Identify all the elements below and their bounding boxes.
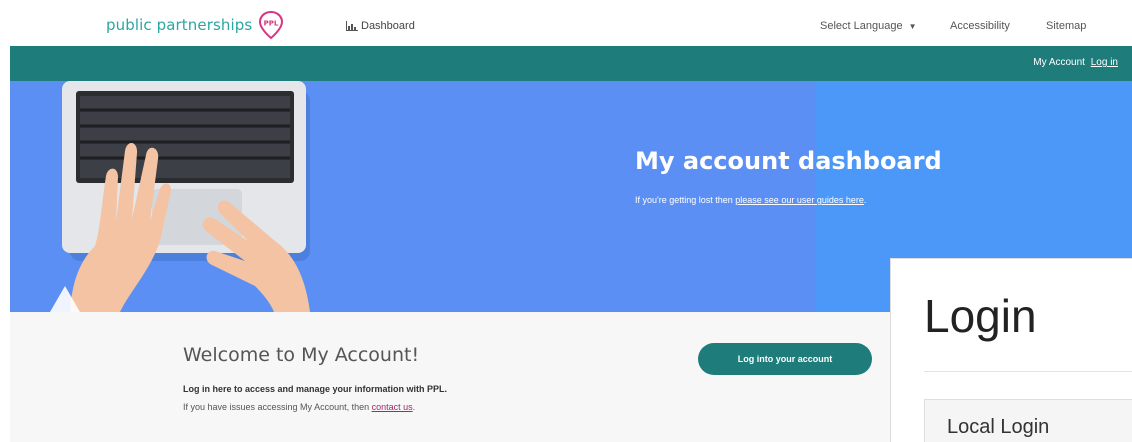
login-heading: Login	[924, 290, 1037, 342]
select-language-dropdown[interactable]: Select Language ▼	[820, 20, 917, 32]
caret-down-icon: ▼	[908, 22, 917, 31]
ppl-pin-icon: PPL	[259, 10, 284, 40]
welcome-issue-text: If you have issues accessing My Account,…	[183, 402, 415, 412]
welcome-issue-suffix: .	[412, 402, 416, 412]
nav-dashboard-label: Dashboard	[361, 20, 415, 32]
login-divider	[924, 371, 1132, 372]
chart-icon	[346, 21, 358, 31]
account-links: My Account Log in	[1033, 57, 1118, 68]
log-in-link[interactable]: Log in	[1091, 57, 1118, 68]
ppl-logo[interactable]: public partnerships PPL	[106, 10, 284, 40]
contact-us-link[interactable]: contact us	[372, 402, 413, 412]
nav-dashboard-link[interactable]: Dashboard	[346, 20, 415, 32]
user-guides-link[interactable]: please see our user guides here	[735, 195, 864, 205]
hero-subtitle-text: If you're getting lost then	[635, 195, 736, 205]
accessibility-link[interactable]: Accessibility	[950, 20, 1010, 32]
welcome-title: Welcome to My Account!	[183, 344, 420, 366]
hero-subtitle: If you're getting lost then please see o…	[635, 195, 866, 205]
logo-badge: PPL	[264, 20, 279, 28]
local-login-tab[interactable]: Local Login	[924, 399, 1132, 442]
select-language-label: Select Language	[820, 20, 903, 32]
login-panel: Login Local Login	[890, 258, 1132, 442]
top-header: public partnerships PPL Dashboard Select…	[0, 0, 1132, 46]
sitemap-link[interactable]: Sitemap	[1046, 20, 1086, 32]
local-login-label: Local Login	[947, 416, 1050, 438]
welcome-text: Log in here to access and manage your in…	[183, 384, 448, 394]
logo-text: public partnerships	[106, 16, 253, 34]
my-account-label: My Account	[1033, 57, 1085, 68]
welcome-issue-prefix: If you have issues accessing My Account,…	[183, 402, 372, 412]
laptop-hands-image	[50, 81, 310, 312]
account-bar: My Account Log in	[10, 46, 1132, 81]
hero-subtitle-suffix: .	[863, 195, 867, 205]
hero-title: My account dashboard	[635, 147, 942, 175]
log-into-account-button[interactable]: Log into your account	[698, 343, 872, 375]
